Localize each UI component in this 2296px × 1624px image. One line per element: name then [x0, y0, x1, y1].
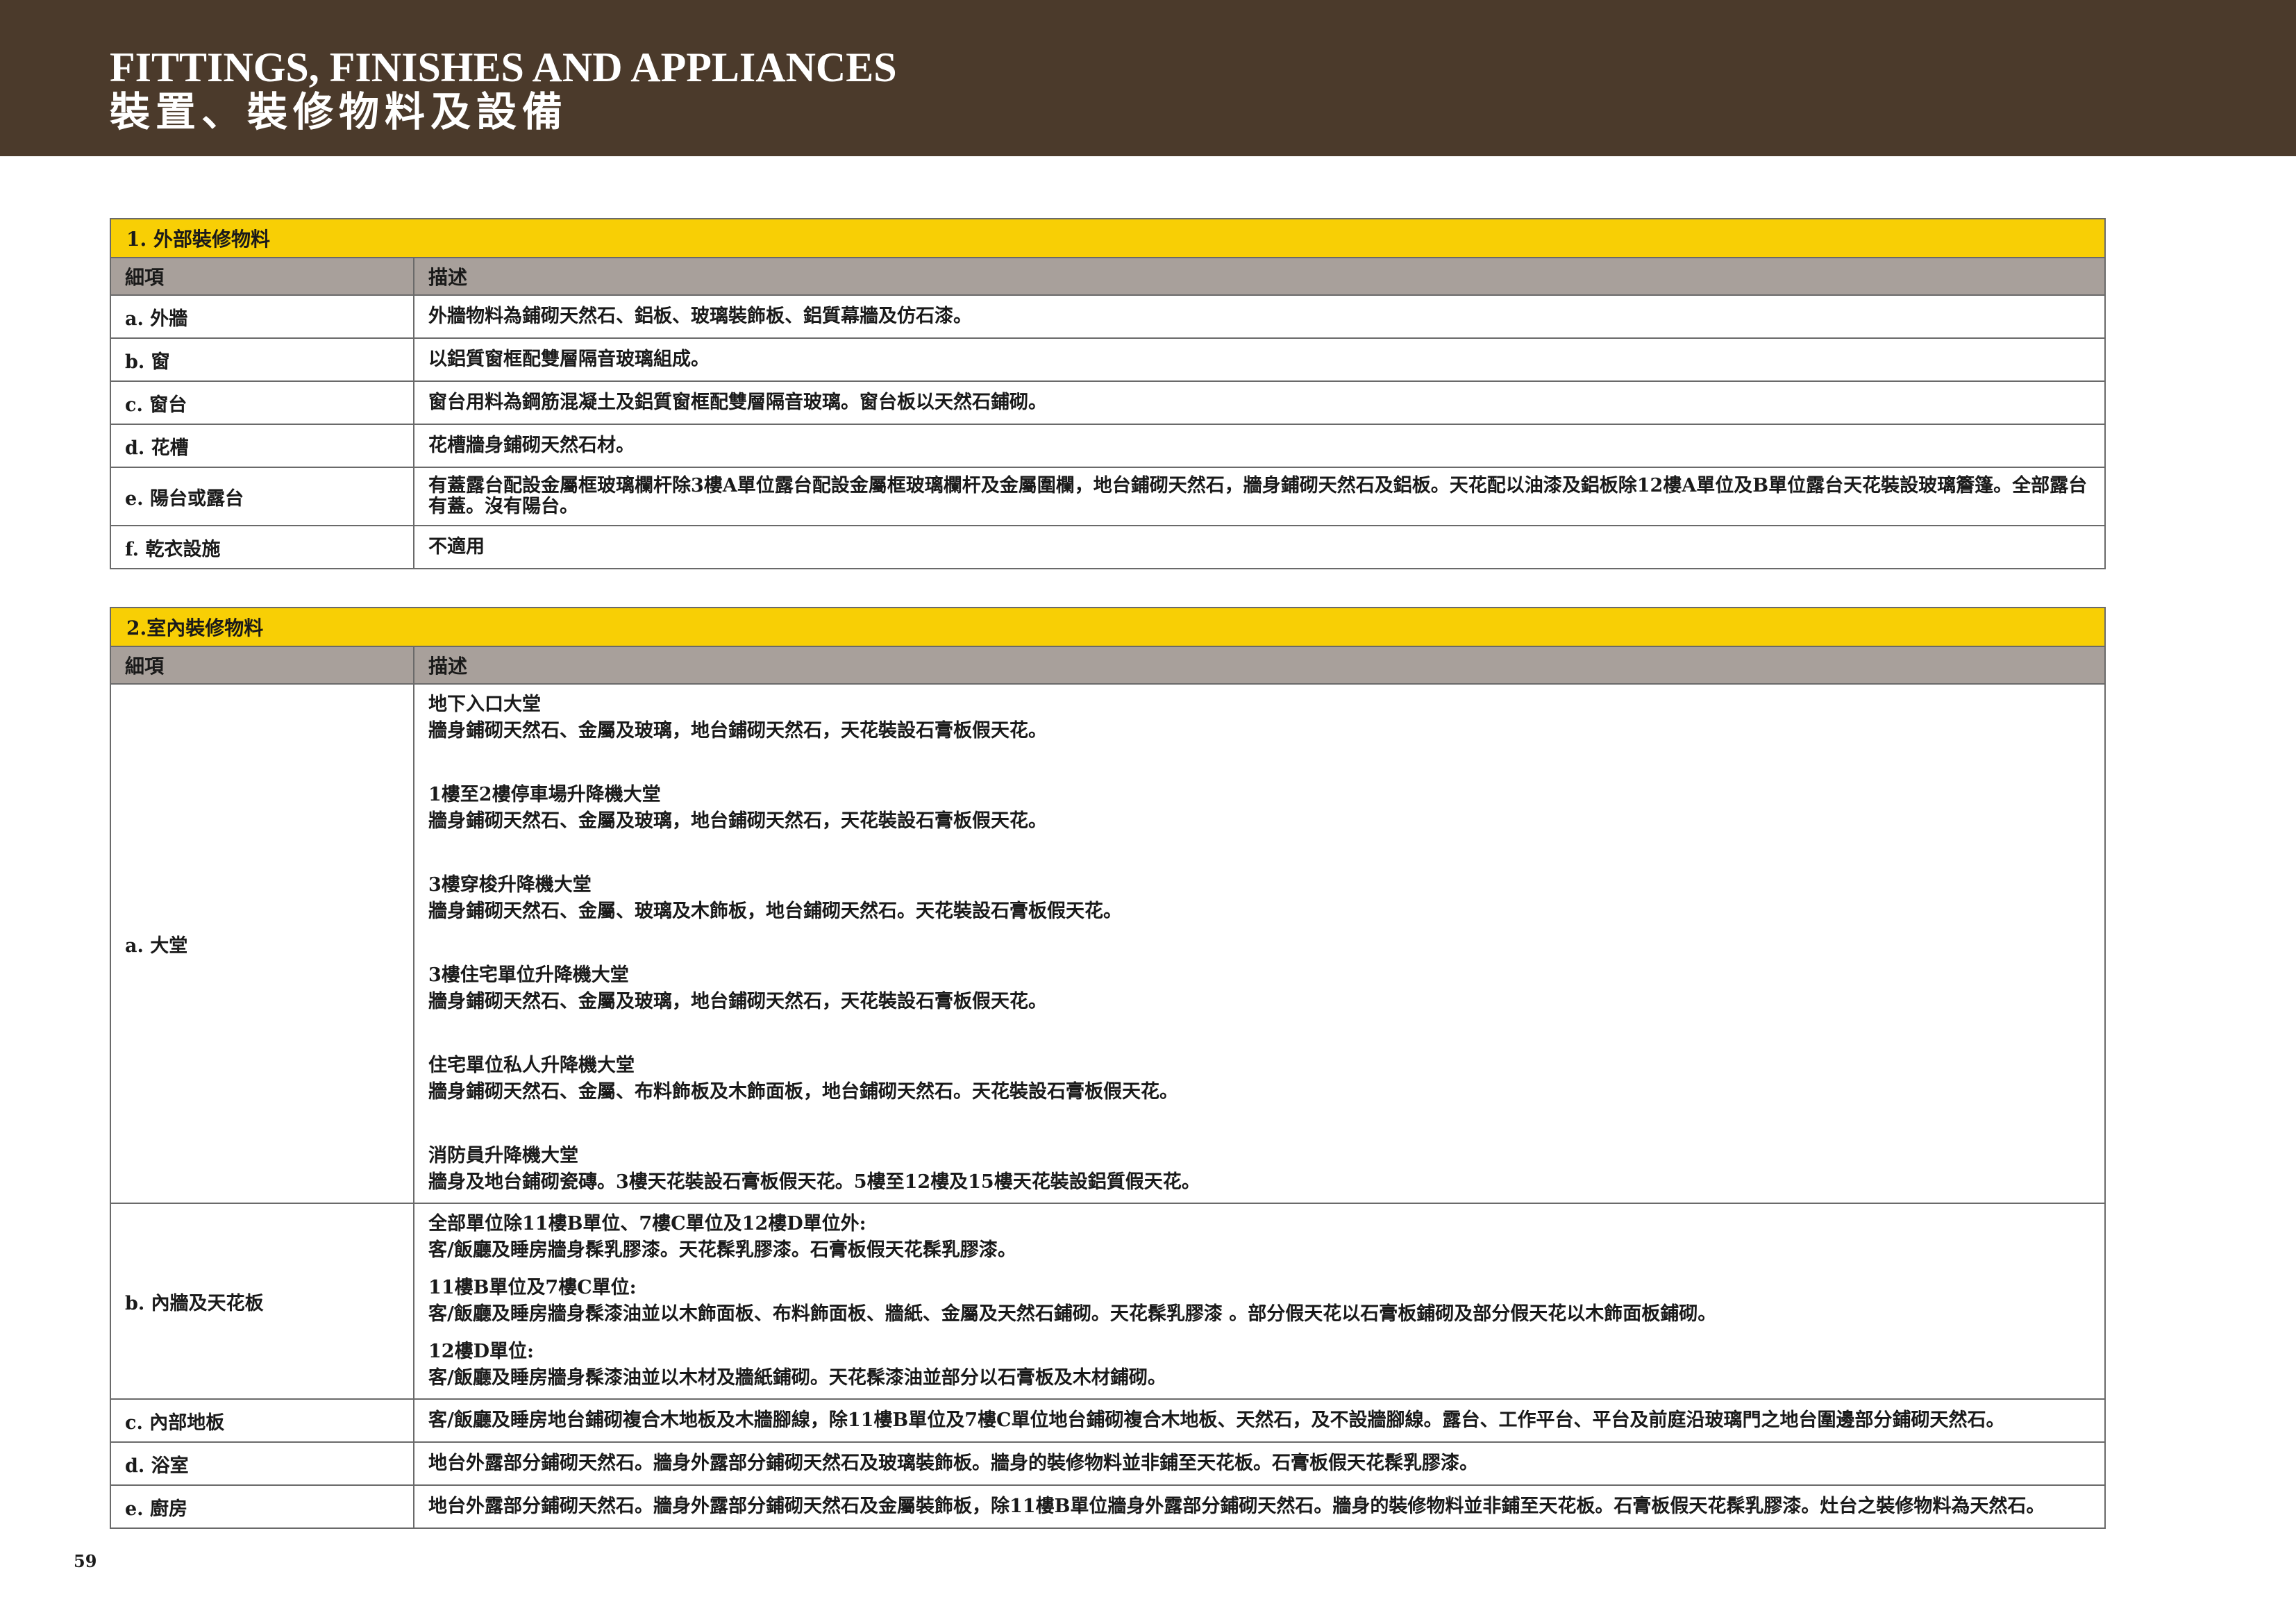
row-item: c. 窗台 [110, 380, 414, 425]
row-item: d. 花槽 [110, 424, 414, 468]
title-chinese: 裝置、裝修物料及設備 [110, 88, 569, 135]
row-item: a. 大堂 [110, 683, 414, 1204]
row-description: 外牆物料為鋪砌天然石、鋁板、玻璃裝飾板、鋁質幕牆及仿石漆。 [413, 294, 2106, 339]
table-row: a. 外牆 外牆物料為鋪砌天然石、鋁板、玻璃裝飾板、鋁質幕牆及仿石漆。 [110, 294, 2106, 339]
row-item: a. 外牆 [110, 294, 414, 339]
table-row: e. 陽台或露台 有蓋露台配設金屬框玻璃欄杆除3樓A單位露台配設金屬框玻璃欄杆及… [110, 467, 2106, 526]
table-row-walls: b. 內牆及天花板 全部單位除11樓B單位、7樓C單位及12樓D單位外: 客/飯… [110, 1203, 2106, 1400]
title-english: FITTINGS, FINISHES AND APPLIANCES [110, 44, 897, 90]
block-title: 住宅單位私人升降機大堂 [428, 1055, 635, 1076]
table-row: b. 窗 以鋁質窗框配雙層隔音玻璃組成。 [110, 337, 2106, 382]
section-title: 2.室內裝修物料 [110, 607, 2106, 647]
row-description: 窗台用料為鋼筋混凝土及鋁質窗框配雙層隔音玻璃。窗台板以天然石鋪砌。 [413, 380, 2106, 425]
column-header-description: 描述 [413, 257, 2106, 296]
block-text: 客/飯廳及睡房牆身髹漆油並以木材及牆紙鋪砌。天花髹漆油並部分以石膏板及木材鋪砌。 [428, 1367, 1166, 1389]
section-header-row: 1. 外部裝修物料 [110, 218, 2106, 258]
walls-block: 12樓D單位: 客/飯廳及睡房牆身髹漆油並以木材及牆紙鋪砌。天花髹漆油並部分以石… [428, 1339, 2090, 1391]
row-description: 有蓋露台配設金屬框玻璃欄杆除3樓A單位露台配設金屬框玻璃欄杆及金屬圍欄，地台鋪砌… [413, 467, 2106, 526]
lobby-block: 3樓穿梭升降機大堂 牆身鋪砌天然石、金屬、玻璃及木飾板，地台鋪砌天然石。天花裝設… [428, 872, 2090, 925]
table-row: d. 浴室 地台外露部分鋪砌天然石。牆身外露部分鋪砌天然石及玻璃裝飾板。牆身的裝… [110, 1441, 2106, 1486]
block-text: 牆身及地台鋪砌瓷磚。3樓天花裝設石膏板假天花。5樓至12樓及15樓天花裝設鋁質假… [428, 1171, 1200, 1193]
row-description: 花槽牆身鋪砌天然石材。 [413, 424, 2106, 468]
block-title: 3樓住宅單位升降機大堂 [428, 964, 629, 986]
row-item: b. 內牆及天花板 [110, 1203, 414, 1400]
lobby-block: 3樓住宅單位升降機大堂 牆身鋪砌天然石、金屬及玻璃，地台鋪砌天然石，天花裝設石膏… [428, 962, 2090, 1015]
row-description: 不適用 [413, 525, 2106, 569]
walls-block: 11樓B單位及7樓C單位: 客/飯廳及睡房牆身髹漆油並以木飾面板、布料飾面板、牆… [428, 1275, 2090, 1328]
row-item: c. 內部地板 [110, 1398, 414, 1443]
block-title: 消防員升降機大堂 [428, 1145, 578, 1166]
block-title: 1樓至2樓停車場升降機大堂 [428, 784, 661, 805]
block-text: 牆身鋪砌天然石、金屬及玻璃，地台鋪砌天然石，天花裝設石膏板假天花。 [428, 991, 1047, 1012]
block-title: 地下入口大堂 [428, 694, 541, 715]
row-item: e. 陽台或露台 [110, 467, 414, 526]
row-description: 地下入口大堂 牆身鋪砌天然石、金屬及玻璃，地台鋪砌天然石，天花裝設石膏板假天花。… [413, 683, 2106, 1204]
column-header-row: 細項 描述 [110, 257, 2106, 296]
lobby-block: 消防員升降機大堂 牆身及地台鋪砌瓷磚。3樓天花裝設石膏板假天花。5樓至12樓及1… [428, 1143, 2090, 1196]
block-text: 牆身鋪砌天然石、金屬、玻璃及木飾板，地台鋪砌天然石。天花裝設石膏板假天花。 [428, 901, 1122, 922]
table-row-lobby: a. 大堂 地下入口大堂 牆身鋪砌天然石、金屬及玻璃，地台鋪砌天然石，天花裝設石… [110, 683, 2106, 1204]
table-row: f. 乾衣設施 不適用 [110, 525, 2106, 569]
row-item: d. 浴室 [110, 1441, 414, 1486]
block-text: 牆身鋪砌天然石、金屬、布料飾板及木飾面板，地台鋪砌天然石。天花裝設石膏板假天花。 [428, 1081, 1178, 1103]
interior-finishes-table: 2.室內裝修物料 細項 描述 a. 大堂 地下入口大堂 牆身鋪砌天然石、金屬及玻… [110, 607, 2106, 1529]
lobby-block: 地下入口大堂 牆身鋪砌天然石、金屬及玻璃，地台鋪砌天然石，天花裝設石膏板假天花。 [428, 692, 2090, 744]
table-row: c. 窗台 窗台用料為鋼筋混凝土及鋁質窗框配雙層隔音玻璃。窗台板以天然石鋪砌。 [110, 380, 2106, 425]
page-header: FITTINGS, FINISHES AND APPLIANCES 裝置、裝修物… [0, 0, 2296, 156]
block-text: 牆身鋪砌天然石、金屬及玻璃，地台鋪砌天然石，天花裝設石膏板假天花。 [428, 810, 1047, 832]
exterior-finishes-table: 1. 外部裝修物料 細項 描述 a. 外牆 外牆物料為鋪砌天然石、鋁板、玻璃裝飾… [110, 218, 2106, 569]
block-text: 牆身鋪砌天然石、金屬及玻璃，地台鋪砌天然石，天花裝設石膏板假天花。 [428, 720, 1047, 742]
row-item: f. 乾衣設施 [110, 525, 414, 569]
row-item: b. 窗 [110, 337, 414, 382]
lobby-block: 住宅單位私人升降機大堂 牆身鋪砌天然石、金屬、布料飾板及木飾面板，地台鋪砌天然石… [428, 1053, 2090, 1105]
row-description: 地台外露部分鋪砌天然石。牆身外露部分鋪砌天然石及金屬裝飾板，除11樓B單位牆身外… [413, 1484, 2106, 1529]
row-description: 以鋁質窗框配雙層隔音玻璃組成。 [413, 337, 2106, 382]
block-text: 客/飯廳及睡房牆身髹漆油並以木飾面板、布料飾面板、牆紙、金屬及天然石鋪砌。天花髹… [428, 1303, 1717, 1325]
block-title: 12樓D單位: [428, 1341, 534, 1362]
column-header-description: 描述 [413, 646, 2106, 685]
lobby-block: 1樓至2樓停車場升降機大堂 牆身鋪砌天然石、金屬及玻璃，地台鋪砌天然石，天花裝設… [428, 782, 2090, 835]
column-header-item: 細項 [110, 257, 414, 296]
table-row: d. 花槽 花槽牆身鋪砌天然石材。 [110, 424, 2106, 468]
block-title: 3樓穿梭升降機大堂 [428, 874, 592, 896]
section-header-row: 2.室內裝修物料 [110, 607, 2106, 647]
row-description: 客/飯廳及睡房地台鋪砌複合木地板及木牆腳線，除11樓B單位及7樓C單位地台鋪砌複… [413, 1398, 2106, 1443]
block-text: 客/飯廳及睡房牆身髹乳膠漆。天花髹乳膠漆。石膏板假天花髹乳膠漆。 [428, 1239, 1016, 1261]
table-row: e. 廚房 地台外露部分鋪砌天然石。牆身外露部分鋪砌天然石及金屬裝飾板，除11樓… [110, 1484, 2106, 1529]
walls-block: 全部單位除11樓B單位、7樓C單位及12樓D單位外: 客/飯廳及睡房牆身髹乳膠漆… [428, 1211, 2090, 1264]
block-title: 11樓B單位及7樓C單位: [428, 1277, 637, 1298]
table-row: c. 內部地板 客/飯廳及睡房地台鋪砌複合木地板及木牆腳線，除11樓B單位及7樓… [110, 1398, 2106, 1443]
column-header-item: 細項 [110, 646, 414, 685]
page-number: 59 [74, 1551, 97, 1571]
row-description: 全部單位除11樓B單位、7樓C單位及12樓D單位外: 客/飯廳及睡房牆身髹乳膠漆… [413, 1203, 2106, 1400]
row-item: e. 廚房 [110, 1484, 414, 1529]
section-title: 1. 外部裝修物料 [110, 218, 2106, 258]
column-header-row: 細項 描述 [110, 646, 2106, 685]
row-description: 地台外露部分鋪砌天然石。牆身外露部分鋪砌天然石及玻璃裝飾板。牆身的裝修物料並非鋪… [413, 1441, 2106, 1486]
block-title: 全部單位除11樓B單位、7樓C單位及12樓D單位外: [428, 1213, 866, 1234]
